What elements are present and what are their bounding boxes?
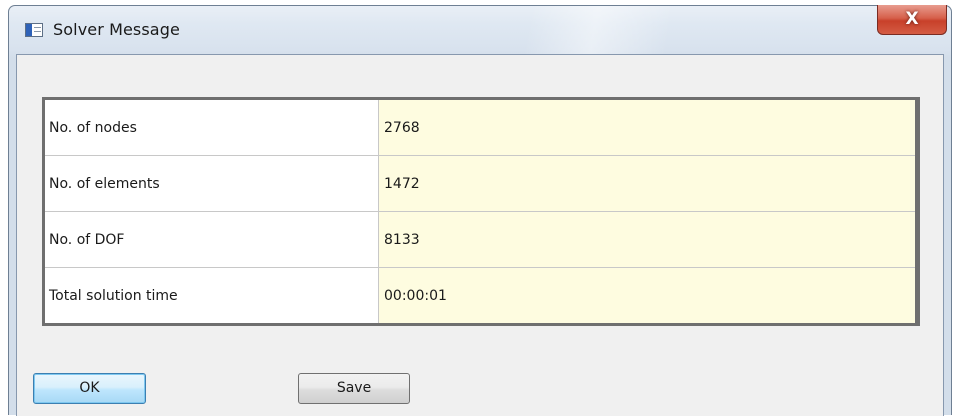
row-label: Total solution time: [45, 267, 379, 323]
table-row: No. of nodes 2768: [45, 100, 915, 156]
row-value: 00:00:01: [378, 267, 915, 323]
table-row: Total solution time 00:00:01: [45, 267, 915, 323]
solver-message-dialog: Solver Message X No. of nodes 2768 No. o…: [8, 5, 952, 416]
table-row: No. of elements 1472: [45, 155, 915, 212]
dialog-content: No. of nodes 2768 No. of elements 1472 N…: [16, 54, 944, 416]
row-value: 2768: [378, 100, 915, 156]
results-table: No. of nodes 2768 No. of elements 1472 N…: [45, 100, 915, 323]
title-bar[interactable]: Solver Message X: [9, 5, 951, 54]
row-label: No. of DOF: [45, 211, 379, 268]
save-button[interactable]: Save: [298, 373, 410, 404]
ok-button[interactable]: OK: [33, 373, 146, 404]
window-title: Solver Message: [53, 20, 180, 39]
app-icon-line: [34, 31, 41, 32]
row-value: 1472: [378, 155, 915, 212]
table-row: No. of DOF 8133: [45, 211, 915, 268]
app-icon-sidebar: [26, 24, 32, 36]
row-value: 8133: [378, 211, 915, 268]
window-app-icon: [25, 23, 43, 37]
row-label: No. of nodes: [45, 100, 379, 156]
results-table-frame: No. of nodes 2768 No. of elements 1472 N…: [42, 97, 920, 326]
app-icon-line: [34, 27, 41, 28]
close-button[interactable]: X: [877, 5, 947, 35]
close-icon: X: [905, 9, 919, 29]
row-label: No. of elements: [45, 155, 379, 212]
